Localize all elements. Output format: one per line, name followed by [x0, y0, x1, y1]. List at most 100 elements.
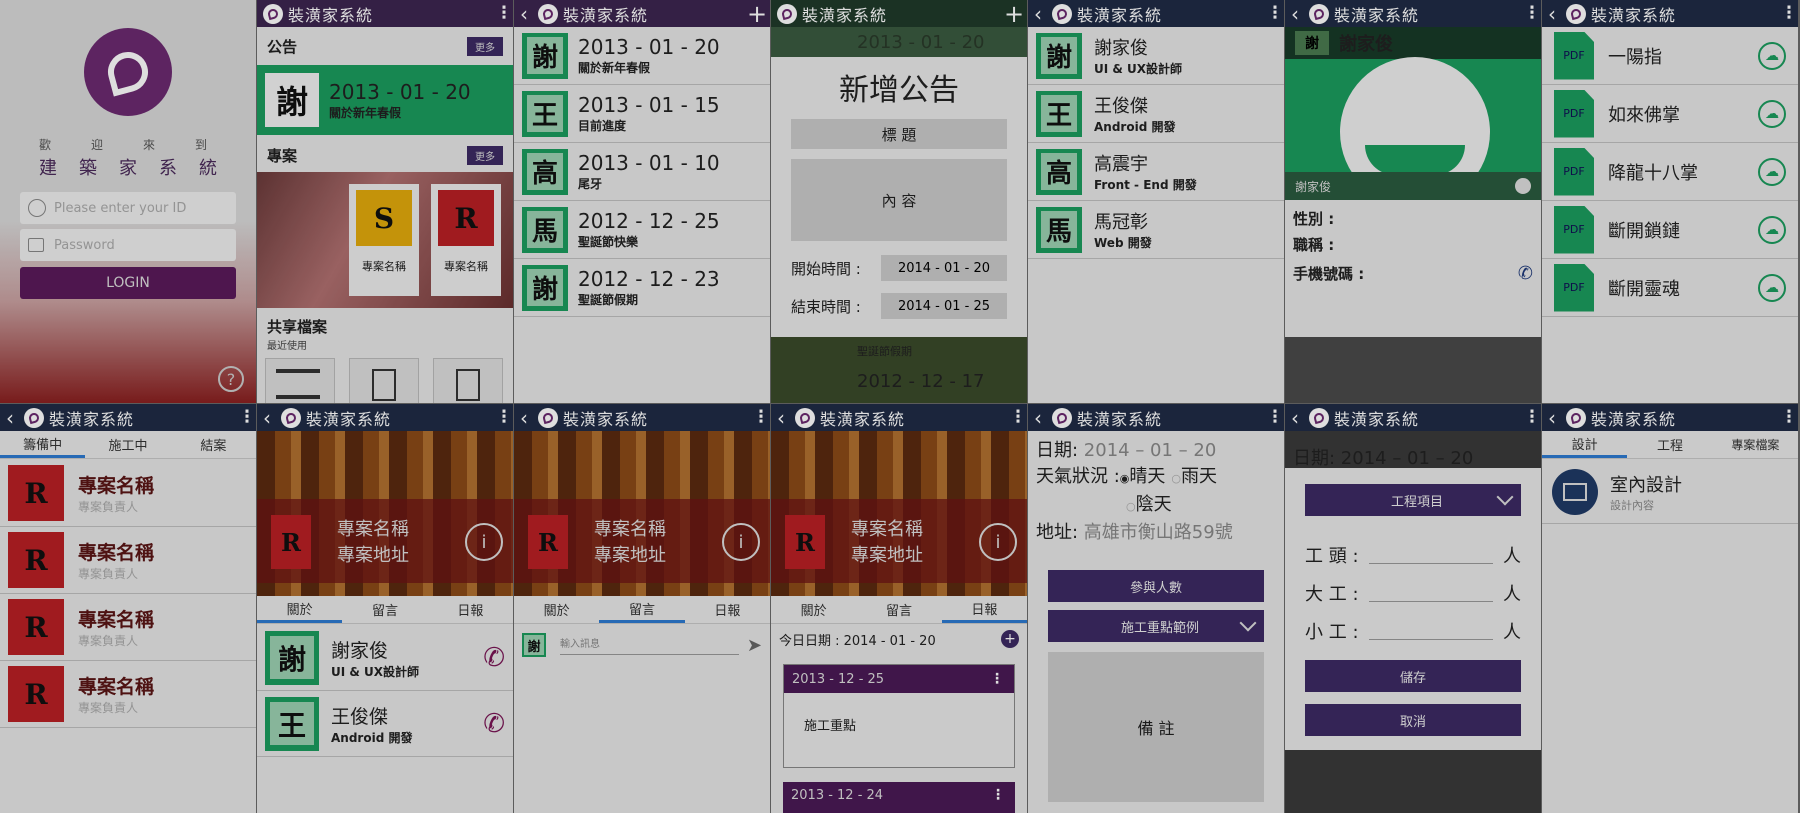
help-icon[interactable]: ?: [218, 366, 244, 392]
more-menu-icon[interactable]: ⋮: [1780, 409, 1798, 426]
report-card[interactable]: 2013 - 12 - 25 ⋮ 施工重點: [783, 664, 1015, 768]
file-item[interactable]: PDF 斷開鎖鏈 ☁: [1542, 201, 1798, 259]
back-icon[interactable]: ‹: [1291, 4, 1305, 24]
title-field[interactable]: 標 題: [791, 119, 1007, 149]
send-icon[interactable]: ➤: [747, 635, 762, 656]
back-icon[interactable]: ‹: [1034, 408, 1048, 428]
more-menu-icon[interactable]: ⋮: [1523, 409, 1541, 426]
file-item[interactable]: PDF 降龍十八掌 ☁: [1542, 143, 1798, 201]
more-menu-icon[interactable]: ⋮: [1523, 5, 1541, 22]
back-icon[interactable]: ‹: [520, 408, 534, 428]
project-item[interactable]: R 專案名稱 專案負責人: [0, 460, 256, 527]
tab-daily-report[interactable]: 日報: [941, 596, 1027, 623]
back-icon[interactable]: ‹: [1034, 4, 1048, 24]
work-focus-select[interactable]: 施工重點範例: [1048, 610, 1264, 642]
start-time-field[interactable]: 2014 - 01 - 20: [881, 255, 1007, 281]
card-menu-icon[interactable]: ⋮: [988, 672, 1006, 686]
message-input[interactable]: 輸入訊息: [560, 635, 739, 655]
participants-button[interactable]: 參與人數: [1048, 570, 1264, 602]
more-menu-icon[interactable]: ⋮: [1266, 5, 1284, 22]
weather-cloudy[interactable]: ○陰天: [1126, 492, 1172, 520]
more-menu-icon[interactable]: ⋮: [1009, 409, 1027, 426]
more-menu-icon[interactable]: ⋮: [1266, 409, 1284, 426]
announcement-item[interactable]: 謝 2013 - 01 - 20 關於新年春假: [514, 27, 770, 85]
tab-in-progress[interactable]: 施工中: [85, 431, 170, 458]
cloud-download-icon[interactable]: ☁: [1758, 41, 1786, 70]
announce-more-button[interactable]: 更多: [467, 36, 503, 56]
folder-item[interactable]: 室內設計 設計內容: [1542, 460, 1798, 524]
back-icon[interactable]: ‹: [520, 4, 534, 24]
phone-icon[interactable]: ✆: [483, 643, 505, 673]
announcement-item[interactable]: 謝 2012 - 12 - 23 聖誕節假期: [514, 259, 770, 317]
info-icon[interactable]: i: [465, 523, 503, 561]
team-member-item[interactable]: 高高震宇 Front - End 開發: [1028, 143, 1284, 201]
weather-sunny[interactable]: ◉晴天: [1120, 464, 1166, 492]
login-button[interactable]: LOGIN: [20, 267, 236, 299]
announcement-item[interactable]: 高 2013 - 01 - 10 尾牙: [514, 143, 770, 201]
team-member-item[interactable]: 王王俊傑 Android 開發: [1028, 85, 1284, 143]
tab-messages[interactable]: 留言: [856, 596, 941, 623]
id-input[interactable]: Please enter your ID: [20, 192, 236, 224]
cloud-download-icon[interactable]: ☁: [1758, 157, 1786, 186]
tab-closed[interactable]: 結案: [171, 431, 256, 458]
announcement-item[interactable]: 馬 2012 - 12 - 25 聖誕節快樂: [514, 201, 770, 259]
cloud-download-icon[interactable]: ☁: [1758, 273, 1786, 302]
tab-daily-report[interactable]: 日報: [685, 596, 770, 623]
tab-about[interactable]: 關於: [514, 596, 599, 623]
file-thumb[interactable]: [265, 358, 335, 403]
project-item[interactable]: R 專案名稱 專案負責人: [0, 594, 256, 661]
tab-project-files[interactable]: 專案檔案: [1713, 431, 1798, 458]
back-icon[interactable]: ‹: [6, 408, 20, 428]
add-icon[interactable]: +: [1001, 2, 1027, 26]
file-item[interactable]: PDF 一陽指 ☁: [1542, 27, 1798, 85]
project-item[interactable]: R 專案名稱 專案負責人: [0, 661, 256, 728]
phone-icon[interactable]: ✆: [483, 709, 505, 739]
project-more-button[interactable]: 更多: [467, 145, 503, 165]
tab-messages[interactable]: 留言: [599, 596, 685, 623]
content-field[interactable]: 內 容: [791, 159, 1007, 241]
cloud-download-icon[interactable]: ☁: [1758, 215, 1786, 244]
announcement-item[interactable]: 王 2013 - 01 - 15 目前進度: [514, 85, 770, 143]
more-menu-icon[interactable]: ⋮: [752, 409, 770, 426]
member-item[interactable]: 王王俊傑 Android 開發 ✆: [257, 691, 513, 757]
tab-about[interactable]: 關於: [257, 596, 343, 623]
tab-daily-report[interactable]: 日報: [428, 596, 513, 623]
back-icon[interactable]: ‹: [777, 408, 791, 428]
labor-count-input[interactable]: [1368, 563, 1493, 564]
team-member-item[interactable]: 謝謝家俊 UI & UX設計師: [1028, 27, 1284, 85]
phone-icon[interactable]: ✆: [1518, 263, 1533, 284]
labor-count-input[interactable]: [1368, 639, 1493, 640]
tab-about[interactable]: 關於: [771, 596, 856, 623]
add-icon[interactable]: +: [744, 2, 770, 26]
file-item[interactable]: PDF 如來佛掌 ☁: [1542, 85, 1798, 143]
work-item-select[interactable]: 工程項目: [1305, 484, 1521, 516]
notes-field[interactable]: 備 註: [1048, 652, 1264, 802]
report-card[interactable]: 2013 - 12 - 24 ⋮: [783, 782, 1015, 813]
project-card[interactable]: R 專案名稱: [431, 184, 501, 296]
more-menu-icon[interactable]: ⋮: [495, 5, 513, 22]
project-card[interactable]: S 專案名稱: [349, 184, 419, 296]
info-icon[interactable]: i: [979, 523, 1017, 561]
project-item[interactable]: R 專案名稱 專案負責人: [0, 527, 256, 594]
tab-design[interactable]: 設計: [1542, 431, 1628, 458]
info-icon[interactable]: i: [722, 523, 760, 561]
end-time-field[interactable]: 2014 - 01 - 25: [881, 293, 1007, 319]
more-menu-icon[interactable]: ⋮: [238, 409, 256, 426]
card-menu-icon[interactable]: ⋮: [989, 788, 1007, 802]
member-item[interactable]: 謝謝家俊 UI & UX設計師 ✆: [257, 625, 513, 691]
add-report-icon[interactable]: +: [1001, 630, 1019, 648]
file-thumb[interactable]: [433, 358, 503, 403]
back-icon[interactable]: ‹: [1548, 4, 1562, 24]
save-button[interactable]: 儲存: [1305, 660, 1521, 692]
labor-count-input[interactable]: [1368, 601, 1493, 602]
tab-messages[interactable]: 留言: [342, 596, 427, 623]
latest-announcement[interactable]: 謝 2013 - 01 - 20 關於新年春假: [257, 65, 513, 135]
back-icon[interactable]: ‹: [1291, 408, 1305, 428]
cloud-download-icon[interactable]: ☁: [1758, 99, 1786, 128]
cancel-button[interactable]: 取消: [1305, 704, 1521, 736]
weather-rainy[interactable]: ○雨天: [1171, 464, 1217, 492]
team-member-item[interactable]: 馬馬冠彰 Web 開發: [1028, 201, 1284, 259]
file-item[interactable]: PDF 斷開靈魂 ☁: [1542, 259, 1798, 317]
password-input[interactable]: Password: [20, 229, 236, 261]
more-menu-icon[interactable]: ⋮: [495, 409, 513, 426]
